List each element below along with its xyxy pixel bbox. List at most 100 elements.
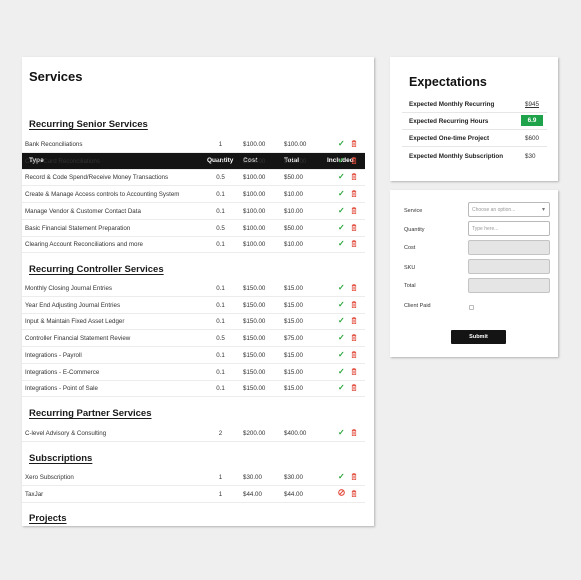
trash-icon[interactable] bbox=[351, 317, 357, 326]
service-total: $15.00 bbox=[284, 285, 303, 292]
service-quantity: 2 bbox=[218, 430, 223, 437]
trash-icon[interactable] bbox=[351, 350, 357, 360]
service-quantity: 0.5 bbox=[216, 174, 225, 182]
table-row[interactable]: Controller Financial Statement Review 0.5… bbox=[22, 330, 365, 348]
check-icon[interactable]: ✓ bbox=[338, 283, 345, 292]
table-row[interactable]: Year End Adjusting Journal Entries 0.1 $15… bbox=[22, 297, 365, 314]
service-name: Record & Code Spend/Receive Money Transa… bbox=[25, 174, 169, 182]
check-icon[interactable]: ✓ bbox=[338, 206, 345, 215]
service-total: $75.00 bbox=[284, 335, 303, 343]
service-select[interactable]: Choose an option... ▾ bbox=[468, 202, 550, 217]
table-row[interactable]: Integrations - Point of Sale 0.1 $150.00 $1… bbox=[22, 380, 365, 398]
table-row[interactable]: Manage Vendor & Customer Contact Data 0.1… bbox=[22, 203, 365, 220]
service-quantity: 1.5 bbox=[216, 157, 225, 165]
table-row[interactable]: Input & Maintain Fixed Asset Ledger 0.1 $1… bbox=[22, 313, 365, 331]
section-title: Recurring Senior Services bbox=[29, 119, 148, 130]
expected-one-time-project: Expected One-time Project $600 bbox=[402, 131, 547, 147]
total-label: Total bbox=[404, 283, 416, 289]
service-cost: $150.00 bbox=[243, 285, 266, 292]
cost-field bbox=[468, 240, 550, 255]
service-quantity: 0.1 bbox=[216, 241, 225, 249]
service-name: Xero Subscription bbox=[25, 474, 74, 481]
service-cost: $150.00 bbox=[243, 335, 266, 343]
trash-icon[interactable] bbox=[351, 206, 357, 216]
check-icon[interactable]: ✓ bbox=[338, 333, 345, 342]
check-icon[interactable]: ✓ bbox=[338, 350, 345, 359]
check-icon[interactable]: ✓ bbox=[338, 156, 345, 165]
service-name: Basic Financial Statement Preparation bbox=[25, 224, 131, 232]
service-total: $30.00 bbox=[284, 474, 303, 481]
table-row[interactable]: Integrations - Payroll 0.1 $150.00 $15.00 ✓ bbox=[22, 347, 365, 364]
section-title: Subscriptions bbox=[29, 453, 93, 464]
table-row[interactable]: Integrations - E-Commerce 0.1 $150.00 $15.0… bbox=[22, 364, 365, 381]
excluded-icon[interactable] bbox=[338, 488, 345, 498]
check-icon[interactable]: ✓ bbox=[338, 367, 345, 376]
trash-icon[interactable] bbox=[351, 190, 357, 199]
service-name: C-level Advisory & Consulting bbox=[25, 430, 107, 437]
trash-icon[interactable] bbox=[351, 384, 357, 393]
trash-icon[interactable] bbox=[351, 489, 357, 499]
service-cost: $150.00 bbox=[243, 318, 266, 326]
check-icon[interactable]: ✓ bbox=[338, 316, 345, 325]
trash-icon[interactable] bbox=[351, 140, 357, 149]
check-icon[interactable]: ✓ bbox=[338, 139, 345, 148]
trash-icon[interactable] bbox=[351, 156, 357, 166]
section-title: Recurring Controller Services bbox=[29, 264, 164, 275]
service-total: $400.00 bbox=[284, 430, 307, 437]
expected-monthly-recurring: Expected Monthly Recurring $945 bbox=[402, 97, 547, 113]
table-row[interactable]: C-level Advisory & Consulting 2 $200.00 $40… bbox=[22, 425, 365, 442]
service-total: $150.00 bbox=[284, 157, 307, 165]
check-icon[interactable]: ✓ bbox=[338, 223, 345, 232]
service-total: $50.00 bbox=[284, 174, 303, 182]
check-icon[interactable]: ✓ bbox=[338, 428, 345, 437]
trash-icon[interactable] bbox=[351, 429, 357, 438]
expected-monthly-subscription: Expected Monthly Subscription $30 bbox=[402, 149, 547, 165]
service-quantity: 1 bbox=[218, 474, 223, 481]
sku-field bbox=[468, 259, 550, 274]
trash-icon[interactable] bbox=[351, 240, 357, 249]
section-title: Recurring Partner Services bbox=[29, 408, 152, 419]
quantity-input[interactable]: Type here... bbox=[468, 221, 550, 236]
service-name: Year End Adjusting Journal Entries bbox=[25, 301, 121, 309]
service-cost: $100.00 bbox=[243, 157, 266, 165]
expected-monthly-recurring-value[interactable]: $945 bbox=[525, 101, 539, 108]
check-icon[interactable]: ✓ bbox=[338, 383, 345, 392]
trash-icon[interactable] bbox=[351, 334, 357, 343]
check-icon[interactable]: ✓ bbox=[338, 189, 345, 198]
table-row[interactable]: Bank Reconciliations 1 $100.00 $100.00 ✓ bbox=[22, 136, 365, 153]
expectations-card: Expectations Expected Monthly Recurring … bbox=[390, 57, 558, 181]
table-row[interactable]: Xero Subscription 1 $30.00 $30.00 ✓ bbox=[22, 469, 365, 486]
table-row[interactable]: Credit Card Reconciliations 1.5 $100.00 $15… bbox=[22, 153, 365, 170]
check-icon[interactable]: ✓ bbox=[338, 472, 345, 481]
table-row[interactable]: Create & Manage Access controls to Accou… bbox=[22, 186, 365, 204]
service-select-placeholder: Choose an option... bbox=[472, 207, 516, 213]
trash-icon[interactable] bbox=[351, 473, 357, 482]
trash-icon[interactable] bbox=[351, 173, 357, 182]
trash-icon[interactable] bbox=[351, 223, 357, 233]
trash-icon[interactable] bbox=[351, 367, 357, 377]
submit-button[interactable]: Submit bbox=[451, 330, 506, 344]
check-icon[interactable]: ✓ bbox=[338, 239, 345, 248]
expected-recurring-hours: Expected Recurring Hours 6.9 bbox=[402, 114, 547, 130]
service-name: TaxJar bbox=[25, 490, 44, 498]
service-total: $10.00 bbox=[284, 207, 303, 215]
check-icon[interactable]: ✓ bbox=[338, 172, 345, 181]
trash-icon[interactable] bbox=[351, 284, 357, 293]
table-row[interactable]: Record & Code Spend/Receive Money Transa… bbox=[22, 169, 365, 187]
expected-monthly-recurring-label: Expected Monthly Recurring bbox=[409, 101, 495, 108]
table-row[interactable]: Basic Financial Statement Preparation 0.5… bbox=[22, 220, 365, 237]
service-total: $15.00 bbox=[284, 385, 303, 393]
service-cost: $30.00 bbox=[243, 474, 262, 481]
table-row[interactable]: Clearing Account Reconciliations and mor… bbox=[22, 236, 365, 254]
client-paid-checkbox[interactable] bbox=[469, 305, 474, 310]
service-name: Integrations - E-Commerce bbox=[25, 368, 100, 376]
service-name: Clearing Account Reconciliations and mor… bbox=[25, 241, 143, 249]
table-row[interactable]: TaxJar 1 $44.00 $44.00 bbox=[22, 486, 365, 503]
trash-icon[interactable] bbox=[351, 300, 357, 310]
service-cost: $44.00 bbox=[243, 490, 262, 498]
service-total: $100.00 bbox=[284, 141, 307, 148]
table-row[interactable]: Monthly Closing Journal Entries 0.1 $150.0… bbox=[22, 280, 365, 297]
check-icon[interactable]: ✓ bbox=[338, 300, 345, 309]
service-name: Integrations - Payroll bbox=[25, 351, 82, 359]
service-quantity: 0.1 bbox=[216, 301, 225, 309]
